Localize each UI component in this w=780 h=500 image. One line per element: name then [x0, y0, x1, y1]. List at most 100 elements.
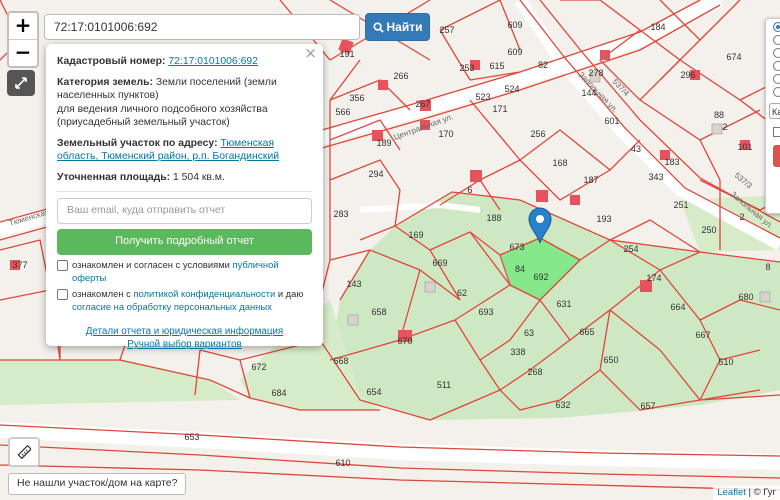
- plot-number-label: 665: [579, 327, 594, 337]
- plot-number-label: 6: [467, 185, 472, 195]
- plot-number-label: 8: [765, 262, 770, 272]
- plot-number-label: 268: [527, 367, 542, 377]
- zoom-out-button[interactable]: −: [9, 40, 37, 66]
- plot-number-label: 523: [475, 92, 490, 102]
- plot-number-label: 654: [366, 387, 381, 397]
- layer-radio[interactable]: [773, 61, 780, 71]
- address-label: Земельный участок по адресу:: [57, 137, 218, 149]
- plot-number-label: 684: [271, 388, 286, 398]
- plot-number-label: 82: [538, 60, 548, 70]
- privacy-checkbox[interactable]: [57, 289, 68, 300]
- plot-number-label: 257: [439, 25, 454, 35]
- popup-links: Детали отчета и юридическая информация Р…: [57, 325, 312, 351]
- plot-number-label: 266: [393, 71, 408, 81]
- selected-plot-label: 692: [533, 272, 548, 282]
- search-input[interactable]: [44, 14, 360, 40]
- personal-data-consent-link[interactable]: согласие на обработку персональных данны…: [72, 301, 272, 312]
- category-purpose: для ведения личного подсобного хозяйства…: [57, 103, 268, 129]
- plot-number-label: 254: [623, 244, 638, 254]
- plot-number-label: 377: [12, 260, 27, 270]
- report-details-link[interactable]: Детали отчета и юридическая информация: [57, 325, 312, 338]
- map-attribution: Leaflet | © Гуг: [713, 486, 780, 500]
- not-found-button[interactable]: Не нашли участок/дом на карте?: [8, 473, 187, 495]
- plot-number-label: 171: [492, 104, 507, 114]
- layer-radio[interactable]: [773, 22, 780, 32]
- cadastral-label: Кадастровый номер:: [57, 56, 166, 67]
- cadastral-number-link[interactable]: 72:17:0101006:692: [168, 56, 258, 67]
- plot-number-label: 251: [673, 200, 688, 210]
- category-row: Категория земель: Земли поселений (земли…: [57, 76, 312, 130]
- plot-number-label: 658: [371, 307, 386, 317]
- plot-number-label: 283: [333, 209, 348, 219]
- plot-number-label: 278: [588, 68, 603, 78]
- plot-number-label: 650: [603, 355, 618, 365]
- plot-number-label: 294: [368, 169, 383, 179]
- ruler-button[interactable]: [8, 437, 40, 467]
- panel-action-button[interactable]: [773, 145, 780, 167]
- privacy-policy-link[interactable]: политикой конфиденциальности: [133, 288, 275, 299]
- area-label: Уточненная площадь:: [57, 171, 171, 183]
- layer-select[interactable]: Ка: [769, 103, 780, 119]
- plot-number-label: 143: [346, 279, 361, 289]
- offer-checkbox[interactable]: [57, 260, 68, 271]
- search-icon: [372, 21, 384, 33]
- layer-radio[interactable]: [773, 48, 780, 58]
- plot-number-label: 510: [718, 357, 733, 367]
- get-report-button[interactable]: Получить подробный отчет: [57, 229, 312, 255]
- plot-number-label: 667: [695, 330, 710, 340]
- plot-number-label: 674: [726, 52, 741, 62]
- plot-info-popup: × Кадастровый номер: 72:17:0101006:692 К…: [46, 44, 323, 350]
- plot-number-label: 169: [408, 230, 423, 240]
- layer-checkbox[interactable]: [773, 127, 780, 137]
- plot-number-label: 267: [415, 99, 430, 109]
- email-field[interactable]: Ваш email, куда отправить отчет: [57, 198, 312, 224]
- privacy-text: ознакомлен с: [72, 288, 131, 299]
- plot-number-label: 191: [339, 49, 354, 59]
- attribution-separator: | ©: [745, 487, 764, 498]
- plot-number-label: 669: [432, 258, 447, 268]
- plot-number-label: 668: [333, 356, 348, 366]
- ruler-icon: [17, 445, 31, 459]
- plot-number-label: 657: [640, 401, 655, 411]
- plot-number-label: 2: [722, 122, 727, 132]
- plot-number-label: 256: [530, 129, 545, 139]
- expand-icon: [15, 77, 27, 89]
- close-icon[interactable]: ×: [304, 46, 317, 61]
- layer-radio[interactable]: [773, 74, 780, 84]
- plot-number-label: 183: [664, 157, 679, 167]
- plot-number-label: 250: [701, 225, 716, 235]
- layers-panel: Ка: [765, 18, 780, 214]
- plot-number-label: 524: [504, 84, 519, 94]
- plot-number-label: 609: [507, 47, 522, 57]
- plot-number-label: 168: [552, 158, 567, 168]
- zoom-in-button[interactable]: +: [9, 13, 37, 40]
- plot-number-label: 664: [670, 302, 685, 312]
- manual-selection-link[interactable]: Ручной выбор вариантов: [57, 338, 312, 351]
- search-button[interactable]: Найти: [365, 13, 430, 41]
- plot-number-label: 188: [486, 213, 501, 223]
- plot-number-label: 511: [437, 380, 451, 390]
- plot-number-label: 609: [507, 20, 522, 30]
- plot-number-label: 653: [184, 432, 199, 442]
- plot-number-label: 296: [680, 70, 695, 80]
- plot-number-label: 610: [335, 458, 350, 468]
- leaflet-link[interactable]: Leaflet: [717, 487, 746, 498]
- layer-radio[interactable]: [773, 87, 780, 97]
- layer-radio[interactable]: [773, 35, 780, 45]
- search-button-label: Найти: [386, 20, 423, 34]
- plot-number-label: 632: [555, 400, 570, 410]
- plot-number-label: 693: [478, 307, 493, 317]
- offer-agreement: ознакомлен и согласен с условиями публич…: [57, 258, 312, 284]
- plot-number-label: 189: [376, 138, 391, 148]
- divider: [57, 191, 312, 192]
- plot-number-label: 673: [509, 242, 524, 252]
- area-row: Уточненная площадь: 1 504 кв.м.: [57, 171, 312, 185]
- plot-number-label: 672: [251, 362, 266, 372]
- plot-number-label: 184: [650, 22, 665, 32]
- address-row: Земельный участок по адресу: Тюменская о…: [57, 137, 312, 164]
- plot-number-label: 43: [631, 144, 641, 154]
- fullscreen-button[interactable]: [7, 70, 35, 96]
- plot-number-label: 631: [556, 299, 571, 309]
- plot-number-label: 193: [596, 214, 611, 224]
- privacy-agreement: ознакомлен с политикой конфиденциальност…: [57, 287, 312, 313]
